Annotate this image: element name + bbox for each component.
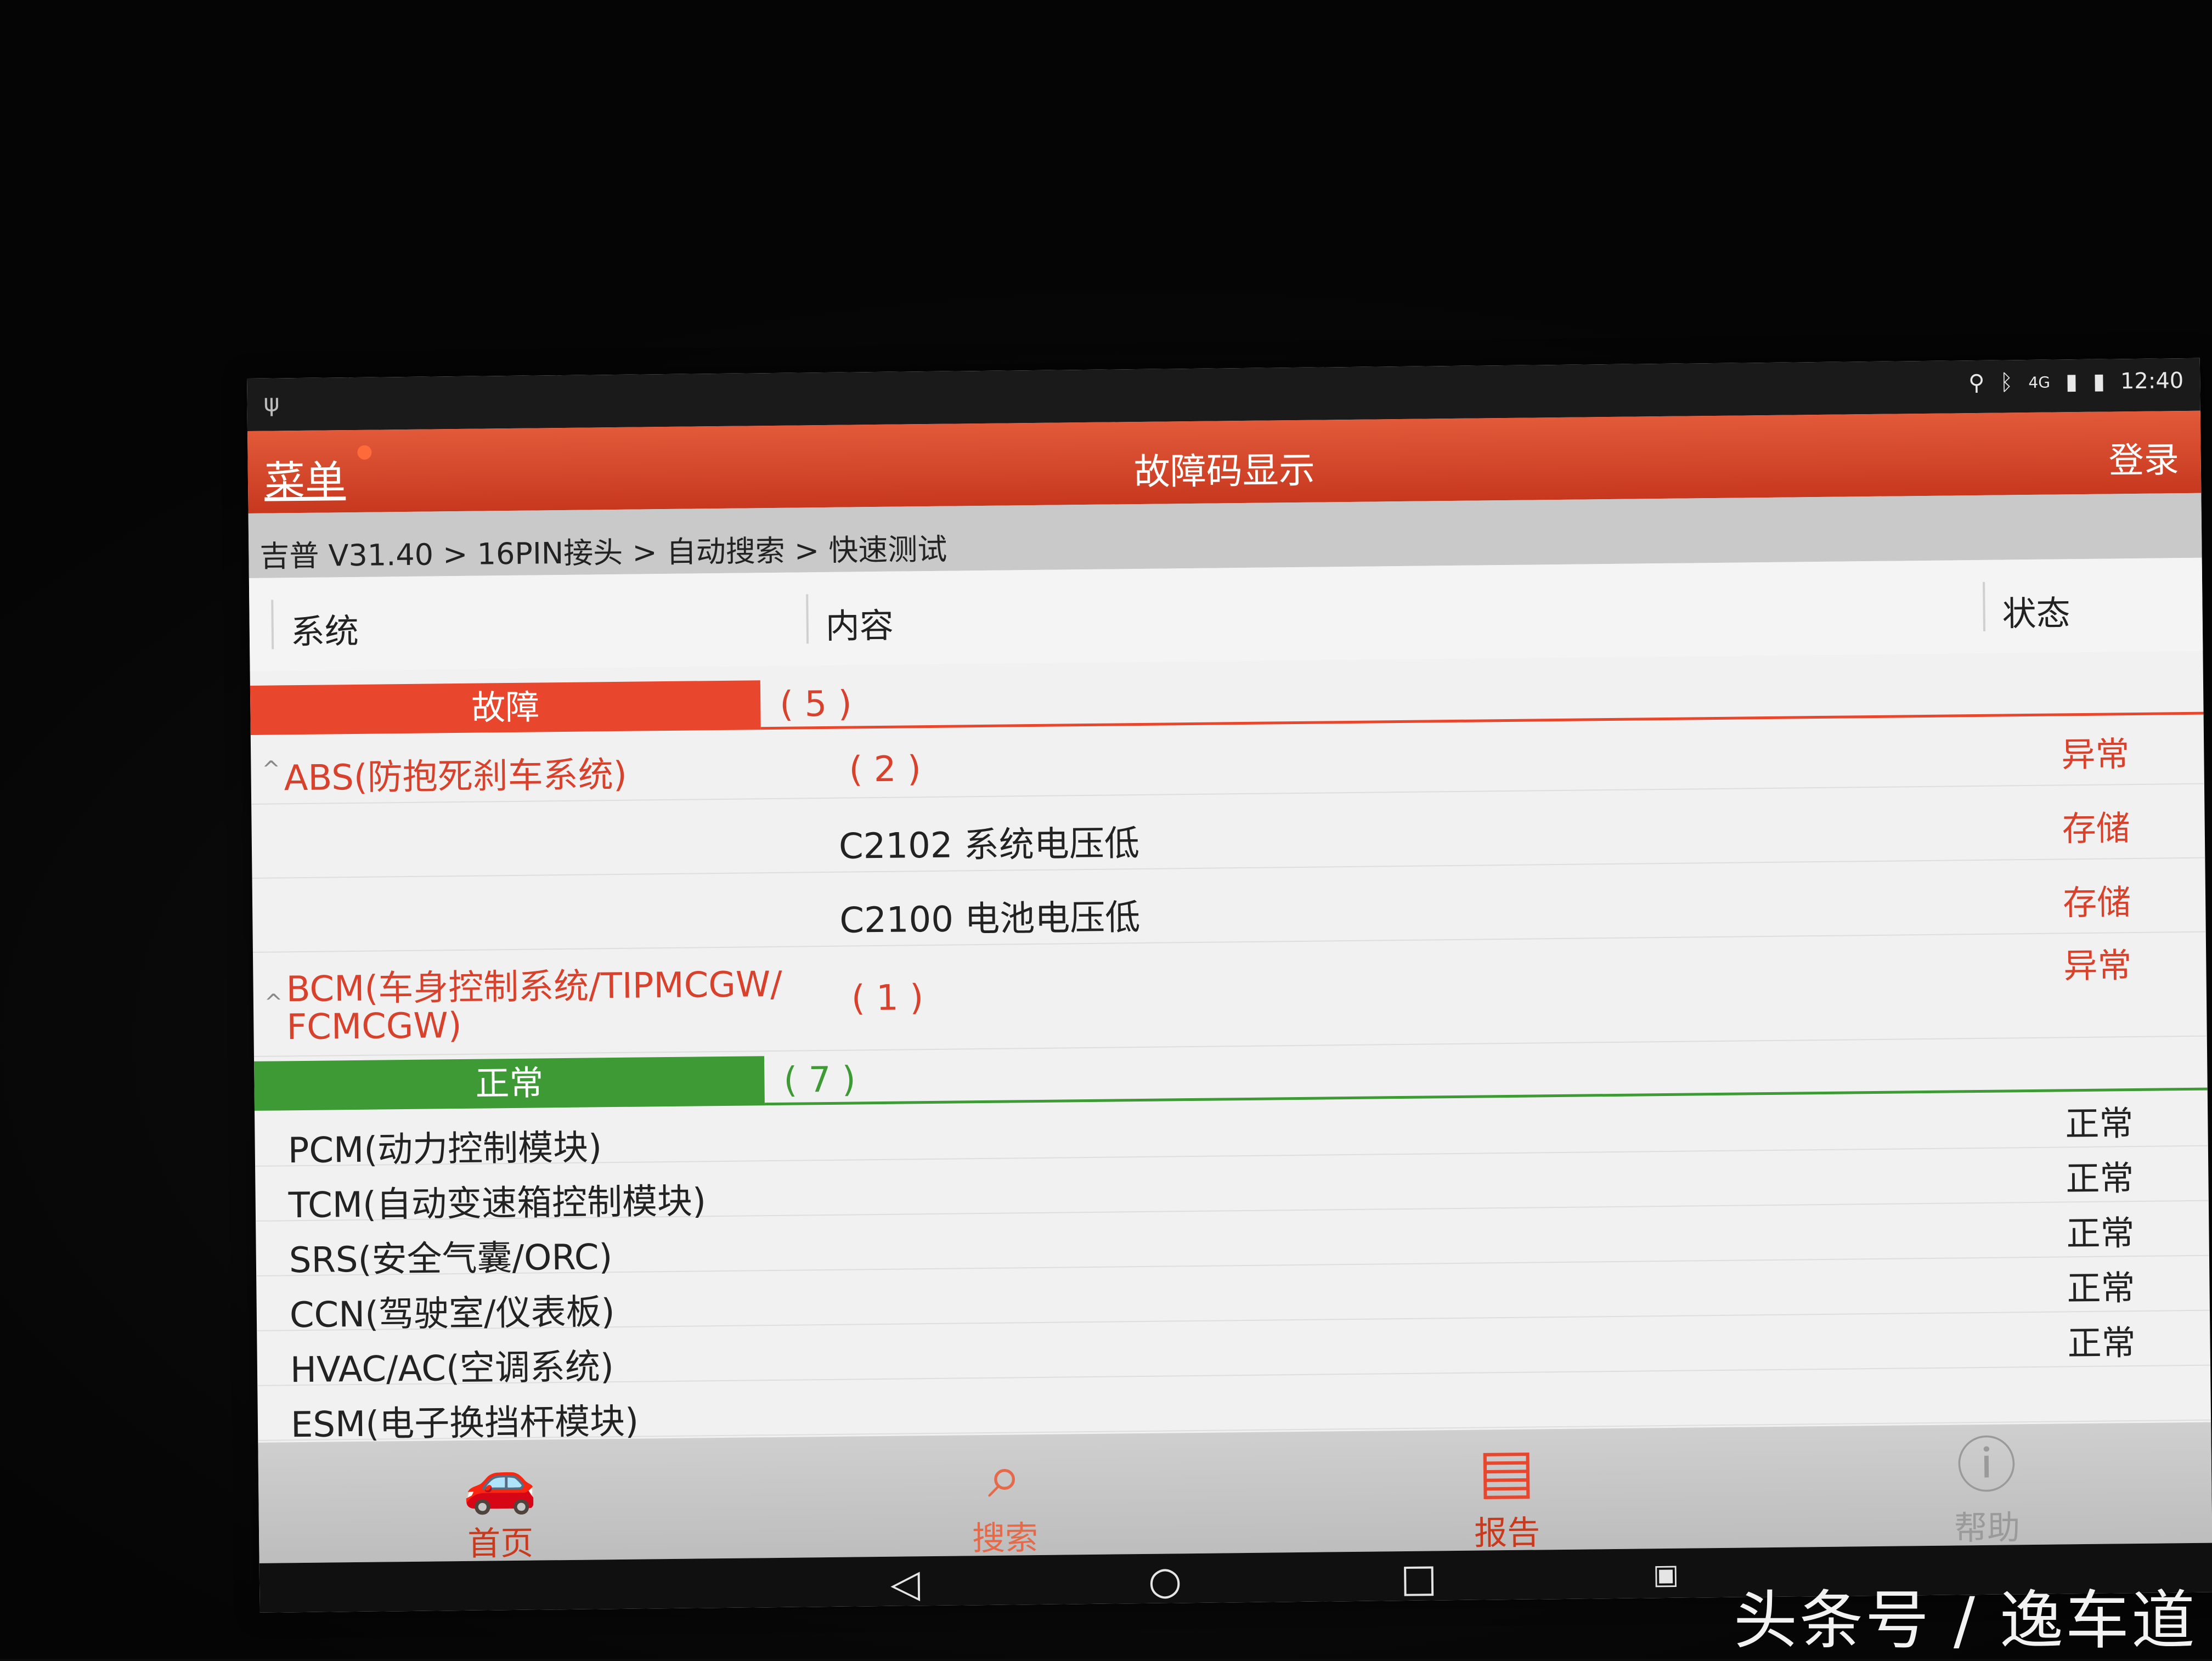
state-value: 正常: [2067, 1268, 2135, 1309]
clock: 12:40: [2120, 368, 2184, 394]
fault-code-content: C2102 系统电压低: [838, 823, 1140, 867]
search-icon: ⌕: [987, 1440, 1022, 1511]
watermark: 头条号 / 逸车道: [1734, 1584, 2197, 1658]
state-value: 异常: [2063, 945, 2132, 986]
network-type: 4G: [2028, 373, 2051, 392]
nav-report[interactable]: ▤ 报告: [1424, 1434, 1589, 1555]
table-header: 系统 内容 状态: [249, 557, 2203, 671]
collapse-caret-icon[interactable]: ^: [264, 990, 283, 1015]
state-value: 正常: [2065, 1103, 2134, 1144]
nav-report-label: 报告: [1474, 1513, 1541, 1553]
usb-debug-icon: ψ: [263, 389, 280, 417]
recents-icon[interactable]: □: [1401, 1555, 1437, 1601]
state-value: 正常: [2067, 1323, 2136, 1364]
system-name: BCM(车身控制系统/TIPMCGW/: [286, 964, 783, 1010]
state-value: 存储: [2062, 808, 2131, 849]
login-button[interactable]: 登录: [2108, 432, 2179, 483]
location-icon: ⚲: [1968, 370, 1985, 396]
header-system: 系统: [290, 611, 359, 652]
state-value: 正常: [2066, 1158, 2134, 1199]
fault-group-label: 故障: [250, 680, 761, 735]
nav-search-label: 搜索: [972, 1519, 1039, 1558]
state-value: 正常: [2066, 1213, 2135, 1254]
header-content: 内容: [825, 605, 894, 646]
normal-group-label: 正常: [254, 1056, 765, 1111]
nav-help[interactable]: ⓘ 帮助: [1904, 1429, 2069, 1550]
info-icon: ⓘ: [1956, 1430, 2017, 1501]
collapse-caret-icon[interactable]: ^: [262, 756, 280, 782]
tablet-screen: ψ ⚲ ᛒ 4G ▮ ▮ 12:40 菜单 故障码显示 登录 吉普 V31.40…: [247, 358, 2212, 1613]
fault-group-count: ( 5 ): [779, 683, 853, 725]
fault-row-bcm[interactable]: ^ BCM(车身控制系统/TIPMCGW/ FCMCGW) ( 1 ) 异常: [252, 931, 2207, 1057]
nav-home-label: 首页: [467, 1524, 534, 1563]
system-name-continued: FCMCGW): [286, 1005, 462, 1048]
state-value: 存储: [2062, 882, 2131, 923]
header-divider: [1983, 581, 1985, 631]
nav-help-label: 帮助: [1954, 1509, 2021, 1548]
nav-home[interactable]: 🚗 首页: [417, 1445, 583, 1566]
fault-count: ( 2 ): [849, 749, 922, 790]
breadcrumb: 吉普 V31.40 > 16PIN接头 > 自动搜索 > 快速测试: [259, 532, 947, 574]
header-divider: [806, 594, 809, 644]
state-value: 异常: [2061, 734, 2130, 775]
fault-count: ( 1 ): [851, 978, 924, 1019]
bluetooth-icon: ᛒ: [2000, 370, 2013, 396]
normal-group-count: ( 7 ): [783, 1059, 856, 1101]
page-title: 故障码显示: [1133, 449, 1316, 494]
header-state: 状态: [2002, 593, 2071, 634]
system-name: ABS(防抱死刹车系统): [284, 754, 628, 799]
car-check-icon: 🚗: [461, 1445, 538, 1517]
fault-code-content: C2100 电池电压低: [839, 897, 1141, 941]
bottom-nav: 🚗 首页 ⌕ 搜索 ▤ 报告 ⓘ 帮助: [258, 1422, 2212, 1563]
header-divider: [271, 600, 274, 649]
nav-search[interactable]: ⌕ 搜索: [922, 1439, 1087, 1560]
signal-icon: ▮: [2065, 369, 2078, 395]
back-icon[interactable]: ◁: [890, 1561, 921, 1606]
report-icon: ▤: [1477, 1435, 1536, 1506]
screenshot-icon[interactable]: ▣: [1653, 1558, 1679, 1590]
battery-icon: ▮: [2092, 369, 2106, 394]
home-circle-icon[interactable]: ○: [1148, 1558, 1182, 1603]
